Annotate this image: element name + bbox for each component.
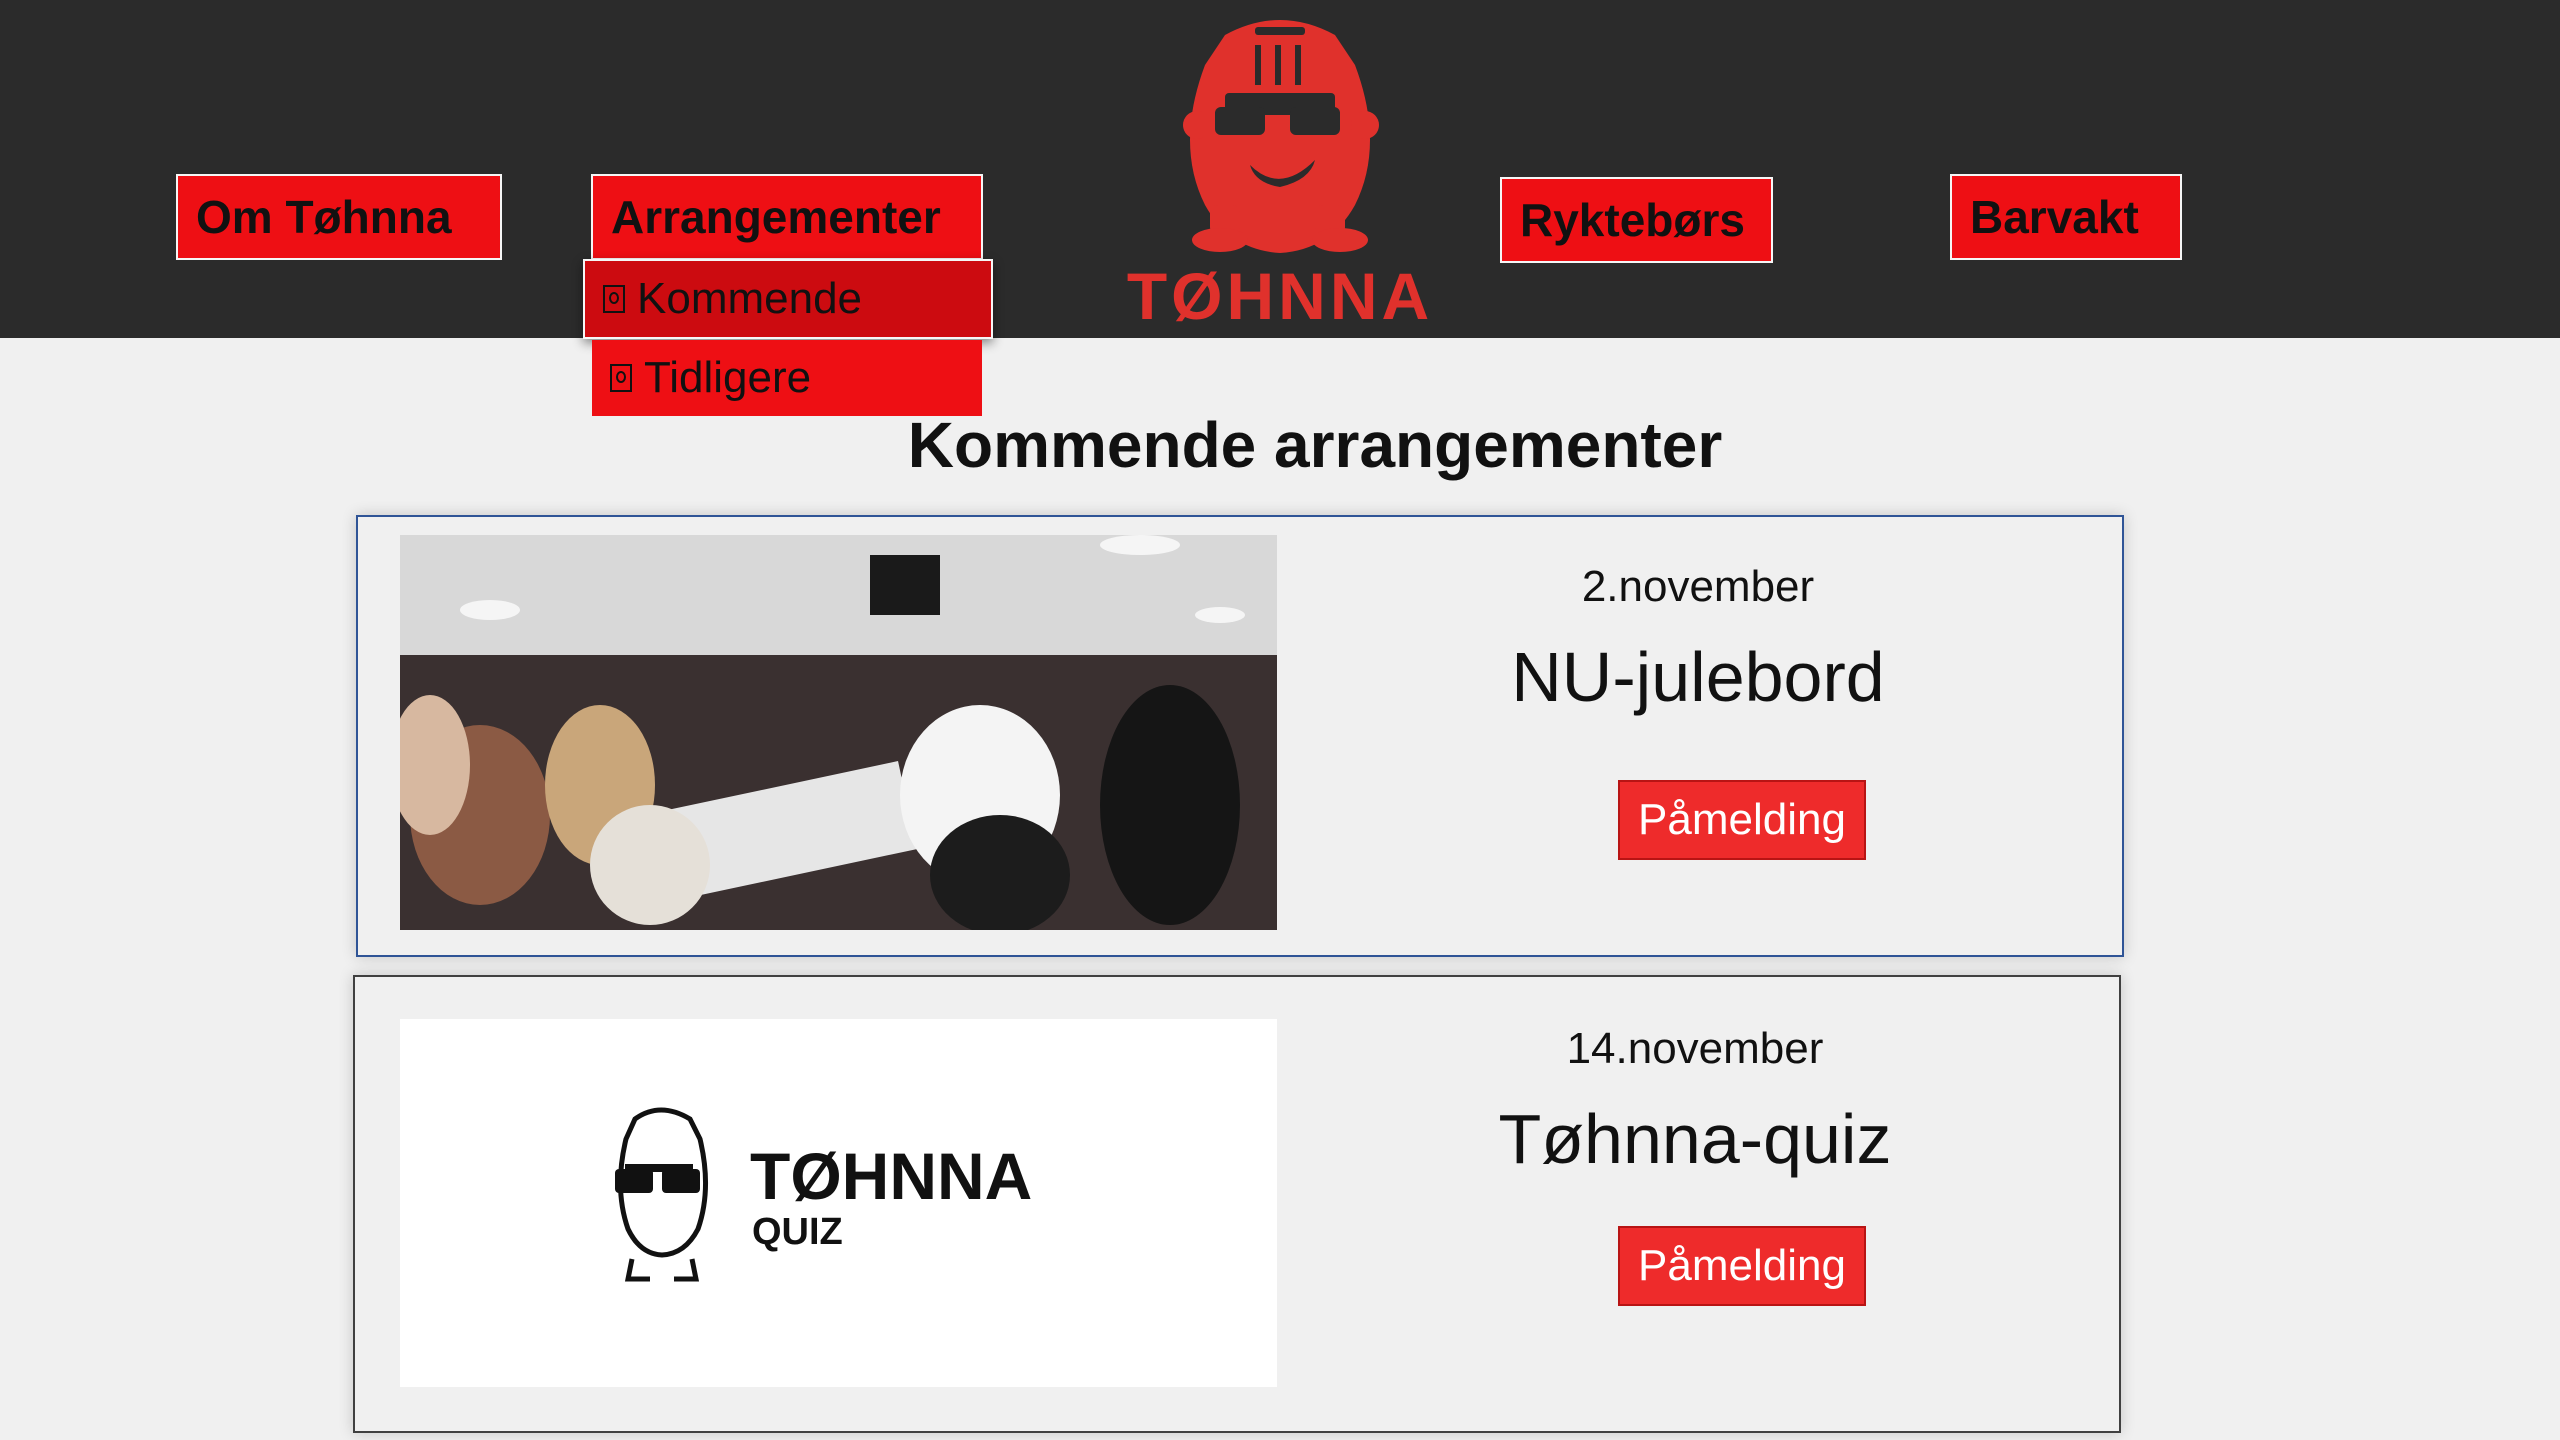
event-card: 2.november NU-julebord Påmelding xyxy=(356,515,2124,957)
nav-arrangementer-label: Arrangementer xyxy=(611,191,941,243)
quiz-logo-title: TØHNNA xyxy=(750,1139,1032,1213)
dropdown-item-kommende[interactable]: Kommende xyxy=(583,259,993,339)
calendar-icon xyxy=(603,285,625,313)
dropdown-item-tidligere-label: Tidligere xyxy=(644,353,812,402)
signup-button[interactable]: Påmelding xyxy=(1618,1226,1866,1306)
calendar-icon xyxy=(610,364,632,392)
nav-ryktebors-label: Ryktebørs xyxy=(1520,194,1745,246)
page-title: Kommende arrangementer xyxy=(907,409,1723,481)
signup-button[interactable]: Påmelding xyxy=(1618,780,1866,860)
nav-om-tohnna-label: Om Tøhnna xyxy=(196,191,452,243)
nav-barvakt-label: Barvakt xyxy=(1970,191,2139,243)
event-title: Tøhnna-quiz xyxy=(1498,1100,1892,1178)
event-date: 2.november xyxy=(1581,562,1815,611)
event-title: NU-julebord xyxy=(1511,638,1885,716)
logo-wordmark: TØHNNA xyxy=(1126,259,1434,333)
event-date: 14.november xyxy=(1566,1024,1824,1073)
tohnna-quiz-logo: TØHNNA QUIZ xyxy=(615,1107,1032,1282)
nav-om-tohnna[interactable]: Om Tøhnna xyxy=(176,174,502,260)
event-photo xyxy=(400,535,1277,930)
nav-arrangementer[interactable]: Arrangementer xyxy=(591,174,983,260)
dropdown-item-tidligere[interactable]: Tidligere xyxy=(592,340,982,416)
nav-barvakt[interactable]: Barvakt xyxy=(1950,174,2182,260)
quiz-logo-image: TØHNNA QUIZ xyxy=(400,1019,1277,1387)
dropdown-item-kommende-label: Kommende xyxy=(637,274,863,323)
event-card: TØHNNA QUIZ 14.november Tøhnna-quiz Påme… xyxy=(353,975,2121,1433)
quiz-logo-subtitle: QUIZ xyxy=(752,1211,843,1253)
nav-ryktebors[interactable]: Ryktebørs xyxy=(1500,177,1773,263)
